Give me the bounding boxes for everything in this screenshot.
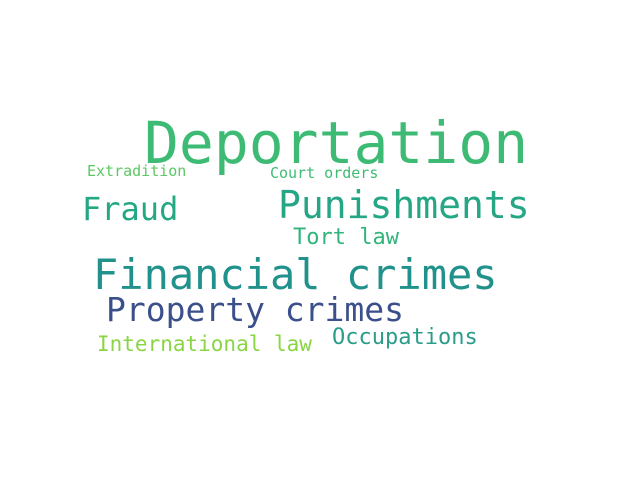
word-court-orders: Court orders [270,164,379,182]
word-tort-law: Tort law [293,225,399,250]
word-extradition: Extradition [87,162,187,180]
word-cloud: Deportation Extradition Court orders Fra… [0,0,640,480]
word-fraud: Fraud [82,190,179,228]
word-punishments: Punishments [278,183,530,227]
word-occupations: Occupations [332,325,478,350]
word-property-crimes: Property crimes [106,290,405,329]
word-international-law: International law [97,332,312,356]
